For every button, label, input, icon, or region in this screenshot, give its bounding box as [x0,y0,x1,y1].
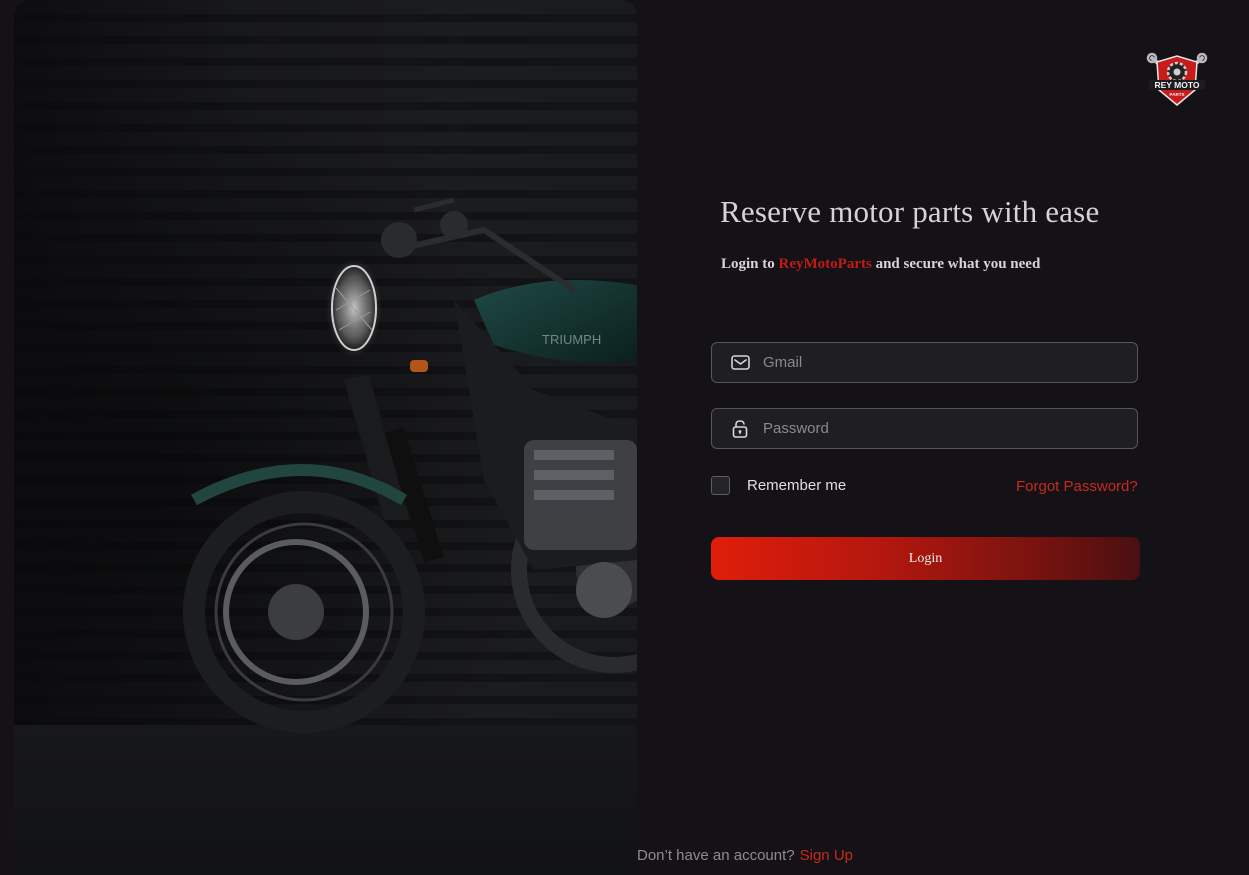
lock-icon [730,419,750,439]
motorcycle-illustration: TRIUMPH [183,197,637,733]
subtitle-suffix: and secure what you need [871,256,1041,272]
forgot-password-link[interactable]: Forgot Password? [1016,478,1138,495]
password-input[interactable] [750,409,1137,448]
signup-link[interactable]: Sign Up [800,847,853,864]
subtitle-prefix: Login to [721,256,779,272]
tank-logo-text: TRIUMPH [542,332,601,347]
login-window: TRIUMPH REY MOTO PARTS Reserve motor par… [0,0,1249,875]
remember-label: Remember me [747,477,847,494]
email-field[interactable] [711,342,1138,383]
password-field[interactable] [711,408,1138,449]
hero-image: TRIUMPH [14,0,637,875]
page-subtitle: Login to ReyMotoParts and secure what yo… [721,256,1040,273]
signup-prompt: Don’t have an account? Sign Up [637,847,853,864]
logo-text-secondary: PARTS [1170,92,1185,97]
subtitle-brand: ReyMotoParts [778,256,872,272]
login-button[interactable]: Login [711,537,1140,580]
remember-checkbox[interactable] [711,476,730,495]
logo-text-primary: REY MOTO [1154,80,1199,90]
brand-logo: REY MOTO PARTS [1146,52,1208,108]
remember-row: Remember me [711,476,846,495]
page-title: Reserve motor parts with ease [720,194,1100,229]
logo-emblem: REY MOTO PARTS [1146,52,1208,106]
email-input[interactable] [750,343,1137,382]
mail-icon [730,353,750,373]
signup-question: Don’t have an account? [637,847,795,864]
